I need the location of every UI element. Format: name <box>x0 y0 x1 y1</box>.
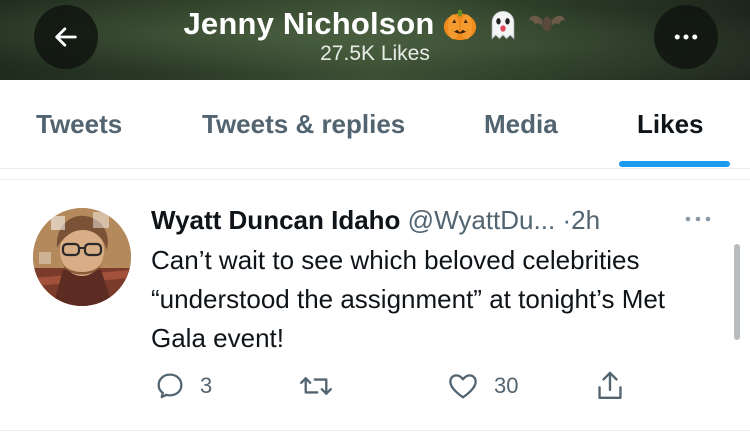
tab-media[interactable]: Media <box>484 107 558 141</box>
header-title-block: Jenny Nicholson 27.5K Likes <box>140 4 610 65</box>
tweet-header: Wyatt Duncan Idaho @WyattDu... ·2h <box>151 202 691 238</box>
profile-name: Jenny Nicholson <box>183 6 435 41</box>
heart-icon <box>449 374 477 399</box>
like-count: 30 <box>494 373 519 398</box>
back-button[interactable] <box>34 5 98 69</box>
profile-name-row: Jenny Nicholson <box>183 4 566 44</box>
avatar-photo <box>33 208 131 306</box>
more-horizontal-icon <box>674 34 698 40</box>
tweet-timestamp[interactable]: 2h <box>571 205 600 235</box>
share-icon <box>598 371 622 399</box>
tweet-separator: · <box>562 205 572 235</box>
tweet-author-handle[interactable]: @WyattDu... <box>408 205 556 235</box>
divider <box>0 179 750 180</box>
profile-header: Jenny Nicholson 27.5K Likes <box>0 0 750 80</box>
active-tab-indicator <box>619 161 730 167</box>
like-button[interactable]: 30 <box>446 369 518 403</box>
arrow-left-icon <box>55 27 77 47</box>
tweet-author-name[interactable]: Wyatt Duncan Idaho <box>151 205 400 235</box>
likes-count: 27.5K Likes <box>320 42 430 65</box>
share-button[interactable] <box>594 369 626 403</box>
retweet-button[interactable] <box>298 369 348 403</box>
scrollbar[interactable] <box>734 244 740 340</box>
reply-icon <box>157 373 183 399</box>
more-horizontal-icon <box>685 216 711 222</box>
reply-count: 3 <box>200 373 213 398</box>
ghost-icon <box>491 11 514 40</box>
avatar[interactable] <box>33 208 131 306</box>
pumpkin-icon <box>443 9 476 41</box>
tab-tweets[interactable]: Tweets <box>36 107 122 141</box>
divider <box>0 430 750 431</box>
reply-button[interactable]: 3 <box>154 369 212 403</box>
tab-likes[interactable]: Likes <box>637 107 704 141</box>
profile-tabs: Tweets Tweets & replies Media Likes <box>0 80 750 169</box>
more-options-button[interactable] <box>654 5 718 69</box>
tweet-more-button[interactable] <box>680 207 716 231</box>
tweet-text: Can’t wait to see which beloved celebrit… <box>151 245 666 353</box>
retweet-icon <box>300 377 332 395</box>
bat-icon <box>528 13 565 32</box>
tab-tweets-and-replies[interactable]: Tweets & replies <box>202 107 405 141</box>
